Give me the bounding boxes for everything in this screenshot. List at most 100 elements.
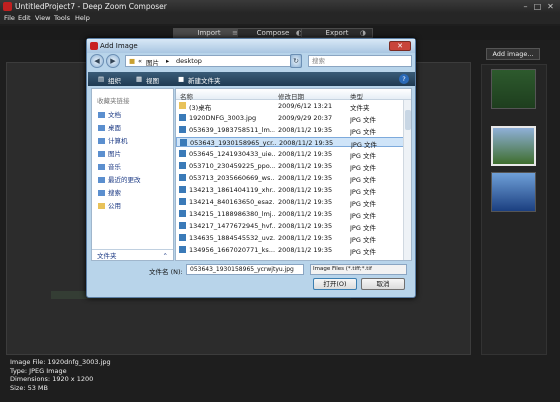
tab-import[interactable]: Import ≡ — [173, 28, 245, 38]
file-row[interactable]: 134956_1667020771_ks... 2008/11/2 19:35 JP… — [176, 245, 404, 256]
file-list-scrollbar[interactable] — [403, 100, 411, 260]
file-date: 2008/11/2 19:35 — [278, 174, 333, 182]
file-row[interactable]: 053710_230459225_ppo... 2008/11/2 19:35 JP… — [176, 161, 404, 172]
search-input[interactable]: 搜索 — [308, 55, 412, 67]
file-type: JPG 文件 — [350, 188, 376, 196]
menu-edit[interactable]: Edit — [18, 14, 31, 22]
favorite-documents[interactable]: 文档 — [98, 109, 121, 119]
tab-compose[interactable]: Compose ◐ — [237, 28, 309, 38]
maximize-icon[interactable]: □ — [533, 2, 542, 11]
thumbnail-blue-sky[interactable] — [491, 172, 536, 212]
file-row[interactable]: 053713_2035660669_ws... 2008/11/2 19:35 JP… — [176, 173, 404, 184]
file-row[interactable]: 1920DNFG_3003.jpg 2009/9/29 20:37 JPG 文件 — [176, 113, 404, 124]
dialog-close-button[interactable]: ✕ — [389, 41, 411, 51]
back-button[interactable]: ◀ — [90, 54, 104, 68]
menu-help[interactable]: Help — [75, 14, 90, 22]
file-type: JPG 文件 — [350, 212, 376, 220]
export-icon: ◑ — [359, 29, 366, 37]
favorite-pictures[interactable]: 图片 — [98, 148, 121, 158]
forward-button[interactable]: ▶ — [106, 54, 120, 68]
favorite-desktop[interactable]: 桌面 — [98, 122, 121, 132]
column-date[interactable]: 修改日期 — [278, 91, 304, 101]
address-bar[interactable]: ■ « 图片 ▸ desktop ▾ — [125, 55, 300, 67]
filename-label: 文件名 (N): — [149, 268, 183, 276]
help-icon[interactable]: ? — [399, 74, 409, 84]
menu-view[interactable]: View — [35, 14, 50, 22]
favorite-recent[interactable]: 最近的更改 — [98, 174, 141, 184]
menu-file[interactable]: File — [4, 14, 15, 22]
image-file-icon — [179, 186, 186, 193]
file-row[interactable]: 134215_1188986380_lmj... 2008/11/2 19:35 J… — [176, 209, 404, 220]
file-date: 2008/11/2 19:35 — [278, 126, 333, 134]
organize-icon: ▤ — [98, 75, 105, 83]
window-title: UntitledProject7 - Deep Zoom Composer — [15, 2, 167, 11]
favorite-computer[interactable]: 计算机 — [98, 135, 128, 145]
menu-tools[interactable]: Tools — [54, 14, 70, 22]
open-button[interactable]: 打开(O) — [313, 278, 357, 290]
tab-export[interactable]: Export ◑ — [301, 28, 373, 38]
file-type: JPG 文件 — [350, 152, 376, 160]
file-name: 053710_230459225_ppo... — [189, 162, 275, 170]
file-row[interactable]: 053645_1241930433_uie... 2008/11/2 19:35 J… — [176, 149, 404, 160]
file-date: 2008/11/2 19:35 — [278, 162, 333, 170]
minimize-icon[interactable]: – — [521, 2, 530, 11]
breadcrumb-pictures[interactable]: 图片 — [146, 57, 159, 67]
favorite-label: 桌面 — [108, 124, 121, 132]
thumbnail-green-texture[interactable] — [491, 69, 536, 109]
file-list: 名称 修改日期 类型 (3)桌布 2009/6/12 13:21 文件夹 1920DN… — [175, 88, 412, 261]
new-folder-button[interactable]: 新建文件夹 — [188, 75, 221, 85]
file-type: JPG 文件 — [350, 176, 376, 184]
tab-import-label: Import — [197, 29, 221, 37]
folders-toggle[interactable]: 文件夹 ⌃ — [92, 249, 173, 261]
music-icon — [98, 164, 105, 170]
filetype-select[interactable]: Image Files (*.tiff;*.tif — [310, 264, 407, 275]
file-row[interactable]: 053639_1983758511_lm... 2008/11/2 19:35 JP… — [176, 125, 404, 136]
image-file-icon — [179, 162, 186, 169]
file-row[interactable]: 134214_840163650_esaz... 2008/11/2 19:35 J… — [176, 197, 404, 208]
file-type: JPG 文件 — [350, 116, 376, 124]
column-name[interactable]: 名称 — [180, 91, 193, 101]
file-name: 053713_2035660669_ws... — [189, 174, 275, 182]
organize-button[interactable]: 组织 — [108, 75, 121, 85]
file-type: JPG 文件 — [350, 236, 376, 244]
file-row[interactable]: (3)桌布 2009/6/12 13:21 文件夹 — [176, 101, 404, 112]
menu-bar: File Edit View Tools Help — [0, 13, 560, 24]
cancel-button[interactable]: 取消 — [361, 278, 405, 290]
file-type: JPG 文件 — [350, 224, 376, 232]
column-type[interactable]: 类型 — [350, 91, 363, 101]
close-icon[interactable]: ✕ — [546, 2, 555, 11]
image-file-icon — [179, 222, 186, 229]
app-icon — [3, 2, 12, 11]
add-image-button[interactable]: Add image... — [486, 48, 540, 60]
favorite-music[interactable]: 音乐 — [98, 161, 121, 171]
views-button[interactable]: 视图 — [146, 75, 159, 85]
filename-input[interactable]: 053643_1930158965_ycrwjtyu.jpg — [186, 264, 304, 275]
desktop-icon — [98, 125, 105, 131]
file-date: 2008/11/2 19:35 — [278, 222, 333, 230]
path-prefix: « — [138, 57, 142, 65]
file-name: 1920DNFG_3003.jpg — [189, 114, 257, 122]
file-row[interactable]: 053643_1930158965_ycr... 2008/11/2 19:35 J… — [176, 137, 404, 149]
image-file-icon — [179, 210, 186, 217]
breadcrumb-desktop[interactable]: desktop — [176, 57, 202, 65]
favorite-public[interactable]: 公用 — [98, 200, 121, 210]
refresh-button[interactable]: ↻ — [290, 54, 302, 68]
file-row[interactable]: 134213_1861404119_xhr... 2008/11/2 19:35 J… — [176, 185, 404, 196]
image-file-icon — [179, 246, 186, 253]
favorite-search[interactable]: 搜索 — [98, 187, 121, 197]
file-name: 134635_1884545532_uvz... — [189, 234, 275, 242]
image-file-icon — [179, 174, 186, 181]
dialog-title-bar[interactable]: Add Image ✕ — [87, 39, 415, 53]
scrollbar-thumb[interactable] — [405, 110, 411, 130]
file-type: 文件夹 — [350, 104, 370, 112]
thumbnail-landscape[interactable] — [491, 126, 536, 166]
file-name: 134215_1188986380_lmj... — [189, 210, 275, 218]
file-row[interactable]: 134217_1477672945_hvf... 2008/11/2 19:35 J… — [176, 221, 404, 232]
file-list-header: 名称 修改日期 类型 — [176, 89, 411, 101]
file-name: 053643_1930158965_ycr... — [190, 139, 276, 147]
file-name: 134956_1667020771_ks... — [189, 246, 275, 254]
thumbnail-list — [481, 64, 547, 355]
favorite-label: 公用 — [108, 202, 121, 210]
file-row[interactable]: 134635_1884545532_uvz... 2008/11/2 19:35 J… — [176, 233, 404, 244]
favorite-label: 搜索 — [108, 189, 121, 197]
